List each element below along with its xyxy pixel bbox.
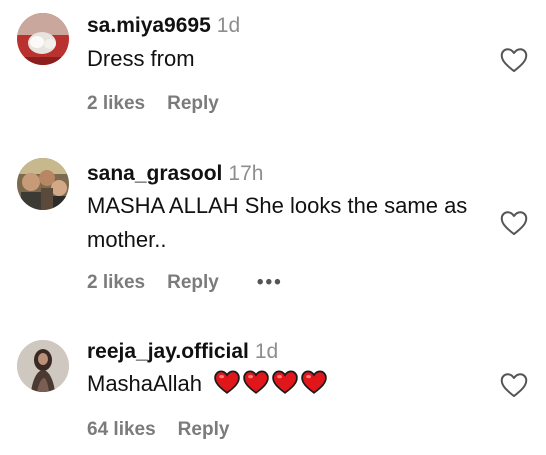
likes-count[interactable]: 2 likes: [87, 272, 145, 294]
red-heart-emoji-icon: [272, 370, 298, 394]
more-options-icon[interactable]: •••: [257, 272, 283, 294]
username[interactable]: sa.miya9695 1d: [87, 14, 240, 38]
red-heart-emoji-icon: [243, 370, 269, 394]
username[interactable]: reeja_jay.official 1d: [87, 340, 278, 364]
timestamp: 1d: [216, 14, 241, 37]
avatar-image: [17, 340, 69, 392]
like-heart-icon[interactable]: [500, 210, 528, 236]
red-heart-emoji-icon: [214, 370, 240, 394]
reply-button[interactable]: Reply: [167, 272, 219, 294]
likes-count[interactable]: 2 likes: [87, 93, 145, 115]
username-text[interactable]: sana_grasool: [87, 162, 222, 185]
like-heart-icon[interactable]: [500, 372, 528, 398]
avatar-image: [17, 158, 69, 210]
username-text[interactable]: reeja_jay.official: [87, 340, 249, 363]
reply-button[interactable]: Reply: [178, 419, 230, 441]
comment-actions: 2 likes Reply •••: [87, 272, 283, 294]
like-heart-icon[interactable]: [500, 47, 528, 73]
comment-text: MashaAllah: [87, 367, 487, 401]
avatar-image: [17, 13, 69, 65]
reply-button[interactable]: Reply: [167, 93, 219, 115]
avatar[interactable]: [17, 13, 69, 65]
username[interactable]: sana_grasool 17h: [87, 162, 263, 186]
avatar[interactable]: [17, 158, 69, 210]
comment-actions: 2 likes Reply: [87, 93, 219, 115]
timestamp: 1d: [254, 340, 279, 363]
username-text[interactable]: sa.miya9695: [87, 14, 211, 37]
comment-text: Dress from: [87, 46, 195, 71]
red-heart-emoji-icon: [301, 370, 327, 394]
likes-count[interactable]: 64 likes: [87, 419, 156, 441]
comment-text-content: MashaAllah: [87, 371, 202, 396]
timestamp: 17h: [228, 162, 264, 185]
comment-actions: 64 likes Reply: [87, 419, 229, 441]
comment-text: MASHA ALLAH She looks the same as mother…: [87, 193, 468, 252]
avatar[interactable]: [17, 340, 69, 392]
